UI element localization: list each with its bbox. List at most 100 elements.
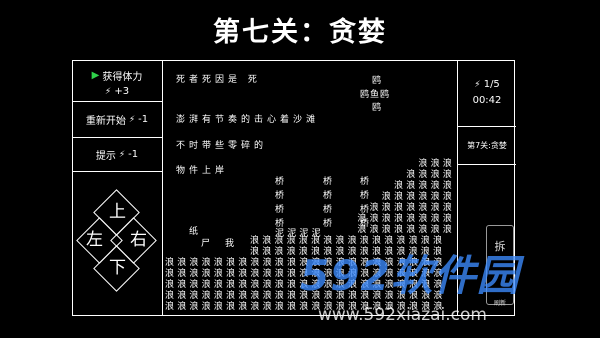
wave-glyph[interactable]: 浪 [418, 182, 427, 191]
wave-glyph[interactable]: 浪 [238, 270, 247, 279]
wave-glyph[interactable]: 浪 [287, 248, 296, 257]
ground-glyph[interactable]: 泥 [312, 230, 321, 239]
wave-glyph[interactable]: 浪 [238, 259, 247, 268]
wave-glyph[interactable]: 浪 [394, 204, 403, 213]
wave-glyph[interactable]: 浪 [394, 193, 403, 202]
wave-glyph[interactable]: 浪 [382, 204, 391, 213]
wave-glyph[interactable]: 浪 [202, 259, 211, 268]
wave-glyph[interactable]: 浪 [275, 303, 284, 312]
wave-glyph[interactable]: 浪 [238, 303, 247, 312]
wave-glyph[interactable]: 浪 [406, 182, 415, 191]
wave-glyph[interactable]: 浪 [250, 248, 259, 257]
wave-glyph[interactable]: 浪 [214, 281, 223, 290]
wave-glyph[interactable]: 浪 [406, 171, 415, 180]
wave-glyph[interactable]: 浪 [299, 303, 308, 312]
wave-glyph[interactable]: 浪 [287, 270, 296, 279]
wave-glyph[interactable]: 浪 [250, 259, 259, 268]
wave-glyph[interactable]: 浪 [263, 259, 272, 268]
wave-glyph[interactable]: 浪 [287, 292, 296, 301]
wave-glyph[interactable]: 浪 [370, 215, 379, 224]
wave-glyph[interactable]: 浪 [214, 259, 223, 268]
wave-glyph[interactable]: 浪 [189, 292, 198, 301]
wave-glyph[interactable]: 浪 [406, 193, 415, 202]
wave-glyph[interactable]: 浪 [275, 270, 284, 279]
wave-glyph[interactable]: 浪 [406, 215, 415, 224]
wave-glyph[interactable]: 浪 [287, 303, 296, 312]
wave-glyph[interactable]: 浪 [287, 281, 296, 290]
wave-glyph[interactable]: 浪 [189, 303, 198, 312]
wave-glyph[interactable]: 浪 [250, 281, 259, 290]
wave-glyph[interactable]: 浪 [431, 160, 440, 169]
wave-glyph[interactable]: 浪 [443, 171, 452, 180]
wave-glyph[interactable]: 浪 [226, 281, 235, 290]
wave-glyph[interactable]: 浪 [165, 303, 174, 312]
bridge-glyph[interactable]: 桥 [323, 178, 332, 187]
wave-glyph[interactable]: 浪 [443, 160, 452, 169]
wave-glyph[interactable]: 浪 [357, 226, 366, 235]
bridge-glyph[interactable]: 桥 [323, 220, 332, 229]
bridge-glyph[interactable]: 桥 [275, 178, 284, 187]
wave-glyph[interactable]: 浪 [238, 281, 247, 290]
bridge-glyph[interactable]: 桥 [360, 178, 369, 187]
wave-glyph[interactable]: 浪 [394, 215, 403, 224]
wave-glyph[interactable]: 浪 [406, 204, 415, 213]
wave-glyph[interactable]: 浪 [394, 226, 403, 235]
wave-glyph[interactable]: 浪 [177, 303, 186, 312]
wave-glyph[interactable]: 浪 [226, 303, 235, 312]
wave-glyph[interactable]: 浪 [263, 270, 272, 279]
wave-glyph[interactable]: 浪 [177, 259, 186, 268]
wave-glyph[interactable]: 浪 [394, 182, 403, 191]
bridge-glyph[interactable]: 桥 [360, 192, 369, 201]
wave-glyph[interactable]: 浪 [177, 281, 186, 290]
wave-glyph[interactable]: 浪 [443, 215, 452, 224]
wave-glyph[interactable]: 浪 [357, 215, 366, 224]
wave-glyph[interactable]: 浪 [431, 193, 440, 202]
wave-glyph[interactable]: 浪 [250, 270, 259, 279]
wave-glyph[interactable]: 浪 [262, 237, 271, 246]
player-glyph[interactable]: 我 [225, 240, 234, 249]
bridge-glyph[interactable]: 桥 [275, 192, 284, 201]
paper-glyph[interactable]: 纸 [189, 228, 198, 237]
wave-glyph[interactable]: 浪 [250, 292, 259, 301]
wave-glyph[interactable]: 浪 [189, 281, 198, 290]
wave-glyph[interactable]: 浪 [262, 248, 271, 257]
wave-glyph[interactable]: 浪 [418, 204, 427, 213]
wave-glyph[interactable]: 浪 [418, 226, 427, 235]
wave-glyph[interactable]: 浪 [431, 171, 440, 180]
wave-glyph[interactable]: 浪 [287, 259, 296, 268]
wave-glyph[interactable]: 浪 [275, 259, 284, 268]
wave-glyph[interactable]: 浪 [189, 259, 198, 268]
wave-glyph[interactable]: 浪 [202, 292, 211, 301]
wave-glyph[interactable]: 浪 [214, 292, 223, 301]
wave-glyph[interactable]: 浪 [443, 182, 452, 191]
wave-glyph[interactable]: 浪 [263, 303, 272, 312]
wave-glyph[interactable]: 浪 [382, 193, 391, 202]
corpse-glyph[interactable]: 尸 [201, 240, 210, 249]
bridge-glyph[interactable]: 桥 [323, 206, 332, 215]
wave-glyph[interactable]: 浪 [202, 303, 211, 312]
wave-glyph[interactable]: 浪 [443, 204, 452, 213]
ground-glyph[interactable]: 泥 [287, 230, 296, 239]
restart-button[interactable]: 重新开始 ⚡ -1 [72, 102, 162, 138]
wave-glyph[interactable]: 浪 [250, 237, 259, 246]
wave-glyph[interactable]: 浪 [406, 226, 415, 235]
ground-glyph[interactable]: 泥 [299, 230, 308, 239]
wave-glyph[interactable]: 浪 [418, 215, 427, 224]
wave-glyph[interactable]: 浪 [431, 182, 440, 191]
wave-glyph[interactable]: 浪 [263, 281, 272, 290]
wave-glyph[interactable]: 浪 [370, 226, 379, 235]
wave-glyph[interactable]: 浪 [226, 270, 235, 279]
wave-glyph[interactable]: 浪 [202, 281, 211, 290]
wave-glyph[interactable]: 浪 [443, 226, 452, 235]
bridge-glyph[interactable]: 桥 [275, 220, 284, 229]
wave-glyph[interactable]: 浪 [165, 292, 174, 301]
wave-glyph[interactable]: 浪 [238, 292, 247, 301]
gull-2[interactable]: 鸥 [372, 100, 382, 113]
wave-glyph[interactable]: 浪 [226, 292, 235, 301]
wave-glyph[interactable]: 浪 [382, 226, 391, 235]
wave-glyph[interactable]: 浪 [382, 215, 391, 224]
ground-glyph[interactable]: 泥 [275, 230, 284, 239]
wave-glyph[interactable]: 浪 [226, 259, 235, 268]
wave-glyph[interactable]: 浪 [177, 292, 186, 301]
bridge-glyph[interactable]: 桥 [323, 192, 332, 201]
